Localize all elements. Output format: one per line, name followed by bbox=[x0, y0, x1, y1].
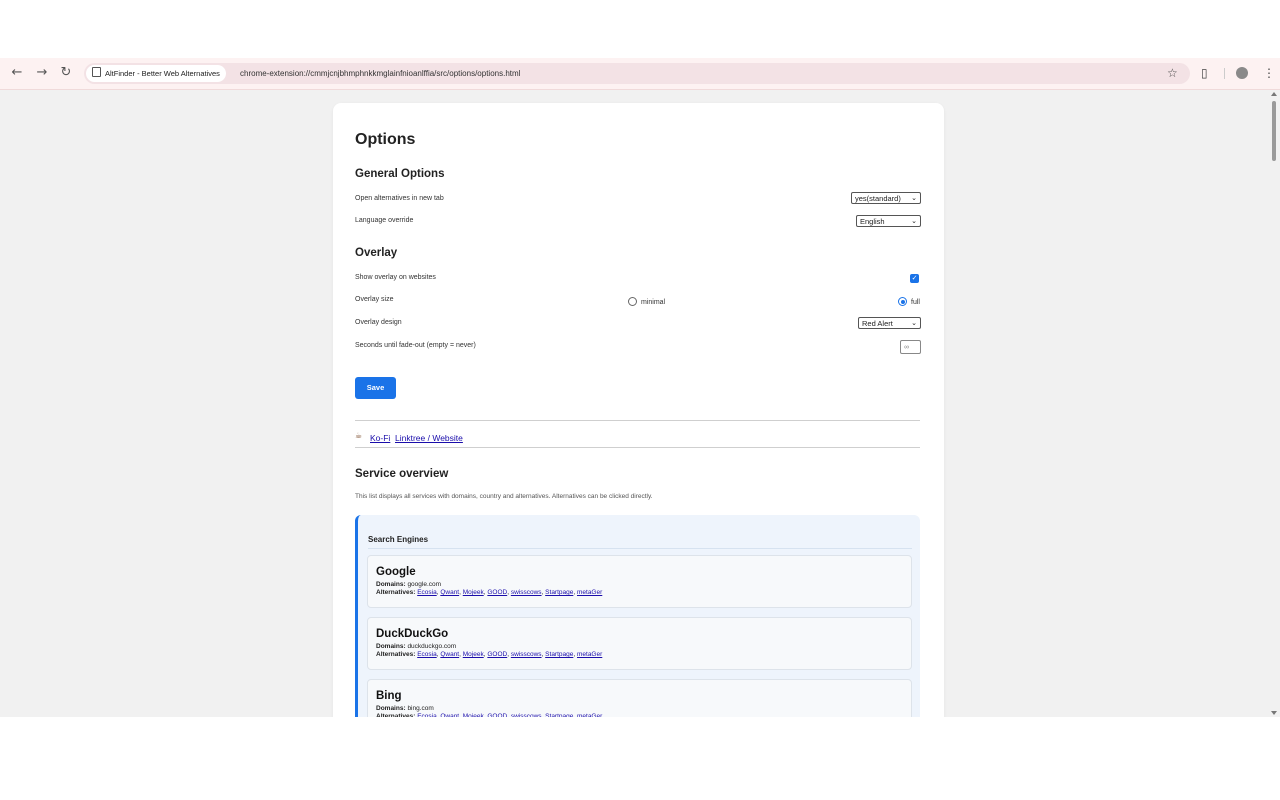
domains-value: duckduckgo.com bbox=[407, 643, 457, 650]
overlay-design-select[interactable]: Red Alert ⌄ bbox=[858, 317, 921, 329]
alternative-link[interactable]: metaGer bbox=[577, 713, 602, 717]
alternative-link[interactable]: Qwant bbox=[440, 713, 459, 717]
domains-value: bing.com bbox=[407, 705, 434, 712]
service-card: Bing Domains: bing.com Alternatives: Ecosi… bbox=[367, 679, 912, 717]
alternative-link[interactable]: Startpage bbox=[545, 713, 573, 717]
service-overview-heading: Service overview bbox=[355, 468, 449, 480]
service-alternatives: Alternatives: Ecosia, Qwant, Mojeek, GOO… bbox=[376, 651, 603, 658]
category-divider bbox=[368, 548, 912, 549]
alternatives-label: Alternatives: bbox=[376, 713, 416, 717]
service-domains: Domains: google.com bbox=[376, 581, 441, 588]
alternative-link[interactable]: Ecosia bbox=[417, 651, 437, 658]
alternative-link[interactable]: Qwant bbox=[440, 589, 459, 596]
site-chip[interactable]: AltFinder - Better Web Alternatives bbox=[86, 65, 226, 82]
show-overlay-label: Show overlay on websites bbox=[355, 274, 436, 281]
service-domains: Domains: bing.com bbox=[376, 705, 434, 712]
domains-label: Domains: bbox=[376, 705, 406, 712]
save-button[interactable]: Save bbox=[355, 377, 396, 399]
open-new-tab-select[interactable]: yes(standard) ⌄ bbox=[851, 192, 921, 204]
open-new-tab-value: yes(standard) bbox=[855, 194, 901, 203]
kofi-cup-icon: ☕ bbox=[355, 431, 363, 440]
category-title: Search Engines bbox=[368, 535, 429, 544]
divider bbox=[355, 447, 920, 448]
alternative-link[interactable]: Startpage bbox=[545, 651, 573, 658]
service-name: DuckDuckGo bbox=[376, 628, 449, 640]
browser-toolbar: ← → ↻ AltFinder - Better Web Alternative… bbox=[0, 58, 1280, 90]
overlay-design-label: Overlay design bbox=[355, 319, 402, 326]
alternatives-label: Alternatives: bbox=[376, 651, 416, 658]
fadeout-placeholder: ∞ bbox=[904, 344, 909, 351]
address-bar[interactable]: AltFinder - Better Web Alternatives chro… bbox=[84, 63, 1190, 84]
service-card: DuckDuckGo Domains: duckduckgo.com Alterna… bbox=[367, 617, 912, 670]
back-arrow-icon[interactable]: ← bbox=[9, 65, 25, 81]
service-domains: Domains: duckduckgo.com bbox=[376, 643, 456, 650]
alternative-link[interactable]: Ecosia bbox=[417, 713, 437, 717]
page-title: Options bbox=[355, 131, 416, 148]
domains-value: google.com bbox=[407, 581, 442, 588]
alternative-link[interactable]: Mojeek bbox=[463, 651, 484, 658]
alternative-link[interactable]: metaGer bbox=[577, 651, 602, 658]
open-new-tab-label: Open alternatives in new tab bbox=[355, 195, 444, 202]
domains-label: Domains: bbox=[376, 643, 406, 650]
alternative-link[interactable]: GOOD bbox=[487, 713, 507, 717]
alternative-link[interactable]: Mojeek bbox=[463, 713, 484, 717]
tab-title: AltFinder - Better Web Alternatives bbox=[105, 69, 220, 78]
alternative-link[interactable]: Ecosia bbox=[417, 589, 437, 596]
alternative-link[interactable]: metaGer bbox=[577, 589, 602, 596]
browser-window: ← → ↻ AltFinder - Better Web Alternative… bbox=[0, 58, 1280, 717]
language-value: English bbox=[860, 217, 885, 226]
options-card: Options General Options Open alternative… bbox=[333, 103, 944, 717]
divider bbox=[355, 420, 920, 421]
profile-avatar[interactable] bbox=[1236, 67, 1248, 79]
fadeout-label: Seconds until fade-out (empty = never) bbox=[355, 342, 476, 349]
service-alternatives: Alternatives: Ecosia, Qwant, Mojeek, GOO… bbox=[376, 589, 603, 596]
chevron-down-icon: ⌄ bbox=[911, 218, 917, 225]
alternatives-label: Alternatives: bbox=[376, 589, 416, 596]
overlay-design-value: Red Alert bbox=[862, 319, 893, 328]
alternative-link[interactable]: swisscows bbox=[511, 589, 542, 596]
service-card: Google Domains: google.com Alternatives: E… bbox=[367, 555, 912, 608]
overlay-size-label: Overlay size bbox=[355, 296, 394, 303]
toolbar-divider bbox=[1224, 68, 1225, 79]
more-vert-icon[interactable]: ⋮ bbox=[1263, 65, 1275, 81]
fadeout-input[interactable]: ∞ bbox=[900, 340, 921, 354]
scroll-up-icon[interactable] bbox=[1271, 92, 1277, 96]
service-name: Bing bbox=[376, 690, 402, 702]
chevron-down-icon: ⌄ bbox=[911, 195, 917, 202]
alternative-link[interactable]: Mojeek bbox=[463, 589, 484, 596]
url-text[interactable]: chrome-extension://cmmjcnjbhmphnkkmglain… bbox=[240, 63, 520, 84]
alternative-link[interactable]: Qwant bbox=[440, 651, 459, 658]
overlay-heading: Overlay bbox=[355, 247, 398, 259]
service-overview-description: This list displays all services with dom… bbox=[355, 493, 653, 500]
puzzle-icon[interactable]: ▯ bbox=[1201, 65, 1208, 81]
alternative-link[interactable]: swisscows bbox=[511, 651, 542, 658]
chevron-down-icon: ⌄ bbox=[911, 320, 917, 327]
kofi-link[interactable]: Ko-Fi bbox=[370, 433, 390, 443]
alternative-link[interactable]: GOOD bbox=[487, 651, 507, 658]
language-select[interactable]: English ⌄ bbox=[856, 215, 921, 227]
star-icon[interactable]: ☆ bbox=[1167, 65, 1178, 81]
show-overlay-checkbox[interactable]: ✓ bbox=[910, 274, 919, 283]
linktree-link[interactable]: Linktree / Website bbox=[395, 433, 463, 443]
domains-label: Domains: bbox=[376, 581, 406, 588]
scroll-down-icon[interactable] bbox=[1271, 711, 1277, 715]
scrollbar[interactable] bbox=[1268, 90, 1280, 717]
language-label: Language override bbox=[355, 217, 414, 224]
alternative-link[interactable]: swisscows bbox=[511, 713, 542, 717]
service-name: Google bbox=[376, 566, 416, 578]
overlay-size-full-label: full bbox=[911, 299, 920, 306]
overlay-size-minimal-label: minimal bbox=[641, 299, 666, 306]
general-options-heading: General Options bbox=[355, 168, 445, 180]
extension-page-icon bbox=[92, 67, 101, 77]
category-search-engines: Search Engines Google Domains: google.com… bbox=[355, 515, 920, 717]
reload-icon[interactable]: ↻ bbox=[58, 65, 74, 81]
forward-arrow-icon[interactable]: → bbox=[34, 65, 50, 81]
overlay-size-minimal-radio[interactable] bbox=[628, 297, 637, 306]
overlay-size-full-radio[interactable] bbox=[898, 297, 907, 306]
alternative-link[interactable]: Startpage bbox=[545, 589, 573, 596]
scroll-thumb[interactable] bbox=[1272, 101, 1276, 161]
page-viewport: Options General Options Open alternative… bbox=[0, 90, 1268, 717]
alternative-link[interactable]: GOOD bbox=[487, 589, 507, 596]
service-alternatives: Alternatives: Ecosia, Qwant, Mojeek, GOO… bbox=[376, 713, 602, 717]
